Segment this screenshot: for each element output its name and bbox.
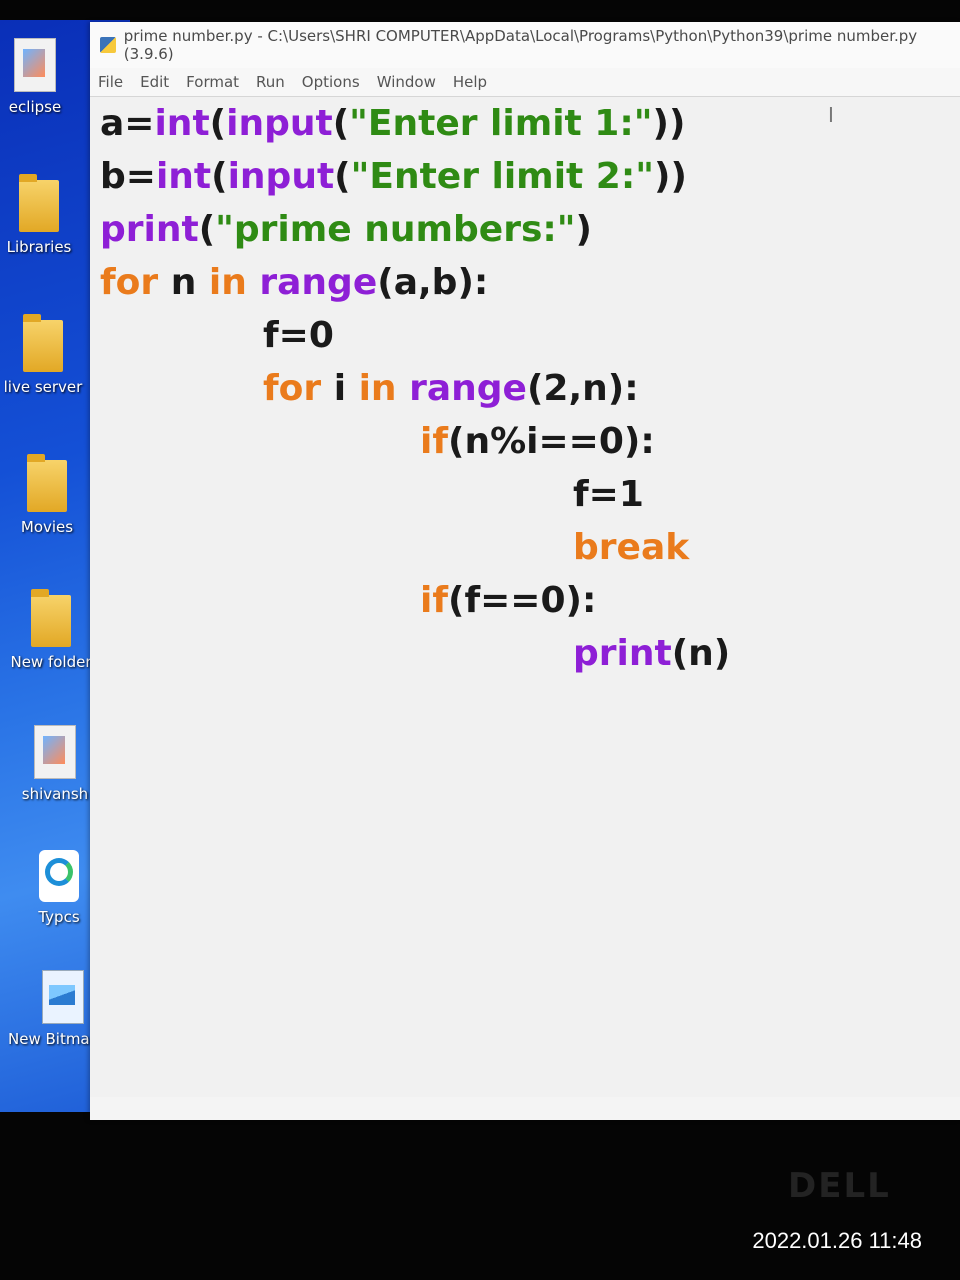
code-token: (n) <box>671 633 731 674</box>
desktop-icon-label: live server <box>3 378 83 396</box>
code-line[interactable]: f=0 <box>100 309 730 362</box>
code-token: input <box>227 156 335 197</box>
menu-edit[interactable]: Edit <box>140 73 169 91</box>
python-file-icon <box>100 37 116 53</box>
image-icon <box>34 725 76 779</box>
code-token: (a,b): <box>377 262 489 303</box>
code-token: in <box>208 262 247 303</box>
code-token: )) <box>653 156 687 197</box>
menu-format[interactable]: Format <box>186 73 239 91</box>
desktop-icon-label: eclipse <box>8 98 62 116</box>
monitor-brand-logo: DELL <box>788 1166 891 1206</box>
code-token: int <box>155 156 212 197</box>
code-token: for <box>100 262 159 303</box>
code-line[interactable]: print(n) <box>100 627 730 680</box>
folder-icon <box>31 589 71 647</box>
code-token: "Enter limit 1:" <box>349 103 653 144</box>
code-token: (2,n): <box>526 368 639 409</box>
code-token: b= <box>100 156 156 197</box>
text-cursor-icon: I <box>828 103 834 127</box>
code-token: )) <box>652 103 686 144</box>
code-line[interactable]: if(n%i==0): <box>100 415 730 468</box>
code-area[interactable]: a=int(input("Enter limit 1:")) b=int(inpu… <box>100 97 730 680</box>
edge-icon <box>39 850 79 902</box>
code-line[interactable]: print("prime numbers:") <box>100 203 730 256</box>
code-token: i <box>321 368 359 409</box>
code-token: ( <box>209 103 227 144</box>
code-token: break <box>573 527 690 568</box>
desktop-icon-label: Movies <box>20 518 74 536</box>
idle-editor-window: prime number.py - C:\Users\SHRI COMPUTER… <box>90 22 960 1120</box>
code-token: int <box>154 103 210 144</box>
menu-run[interactable]: Run <box>256 73 285 91</box>
code-line[interactable]: break <box>100 521 730 574</box>
code-token: n <box>158 262 209 303</box>
code-token: ( <box>334 156 351 197</box>
code-token: ) <box>575 209 592 250</box>
code-token: (n%i==0): <box>448 421 655 462</box>
code-token: f=1 <box>573 474 644 515</box>
bitmap-icon <box>42 970 84 1024</box>
code-token: f=0 <box>263 315 334 356</box>
code-line[interactable]: a=int(input("Enter limit 1:")) <box>100 97 730 150</box>
code-line[interactable]: if(f==0): <box>100 574 730 627</box>
desktop-icon-live-server[interactable]: live server <box>0 314 98 396</box>
code-line[interactable]: b=int(input("Enter limit 2:")) <box>100 150 730 203</box>
code-token: ( <box>198 209 216 250</box>
code-line[interactable]: for n in range(a,b): <box>100 256 730 309</box>
code-token: "Enter limit 2:" <box>350 156 654 197</box>
desktop-icon-movies[interactable]: Movies <box>0 454 102 536</box>
menu-options[interactable]: Options <box>302 73 360 91</box>
code-line[interactable]: for i in range(2,n): <box>100 362 730 415</box>
title-bar[interactable]: prime number.py - C:\Users\SHRI COMPUTER… <box>90 22 960 68</box>
photo-timestamp: 2022.01.26 11:48 <box>752 1228 922 1253</box>
desktop-icon-eclipse[interactable]: eclipse <box>0 38 90 116</box>
window-title: prime number.py - C:\Users\SHRI COMPUTER… <box>123 27 918 63</box>
file-icon <box>14 38 56 92</box>
code-token: range <box>409 368 527 409</box>
code-token: for <box>263 368 322 409</box>
folder-icon <box>19 174 59 232</box>
code-token: print <box>100 209 199 250</box>
folder-icon <box>27 454 67 512</box>
menu-bar: File Edit Format Run Options Window Help <box>90 68 960 97</box>
code-token: ( <box>332 103 350 144</box>
code-token: (f==0): <box>448 580 597 621</box>
code-editor[interactable]: I a=int(input("Enter limit 1:")) b=int(in… <box>90 97 960 1097</box>
code-token: print <box>573 633 672 674</box>
code-token: input <box>226 103 333 144</box>
menu-help[interactable]: Help <box>453 73 487 91</box>
folder-icon <box>23 314 63 372</box>
code-line[interactable]: f=1 <box>100 468 730 521</box>
code-token: if <box>420 421 449 462</box>
code-token: range <box>259 262 378 303</box>
code-token: ( <box>211 156 228 197</box>
menu-window[interactable]: Window <box>377 73 436 91</box>
desktop-icon-libraries[interactable]: Libraries <box>0 174 94 256</box>
code-token: if <box>420 580 449 621</box>
menu-file[interactable]: File <box>98 73 123 91</box>
code-token: "prime numbers:" <box>215 209 576 250</box>
code-token: in <box>358 368 397 409</box>
desktop-icon-label: Libraries <box>6 238 72 256</box>
code-token: a= <box>100 103 155 144</box>
